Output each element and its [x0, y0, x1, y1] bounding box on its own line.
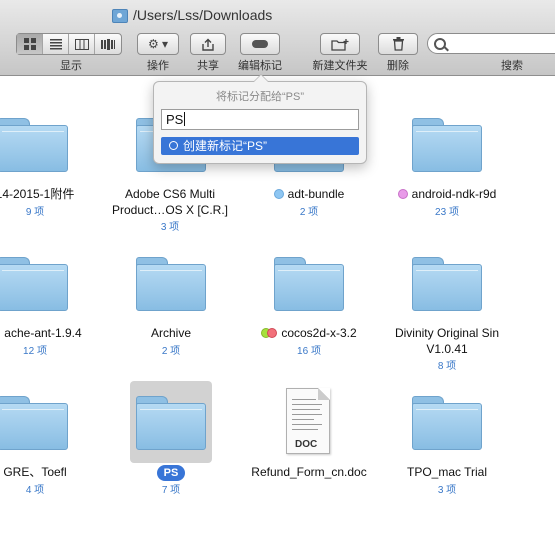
item-name[interactable]: GRE、Toefl [0, 464, 100, 480]
suggestion-label: 创建新标记“PS” [183, 139, 268, 153]
column-view-button[interactable] [69, 34, 95, 54]
blue-tag-icon [273, 189, 284, 199]
coverflow-view-button[interactable] [95, 34, 121, 54]
item-count: 3 项 [160, 222, 180, 233]
action-label: 操作 [147, 60, 169, 72]
item-name[interactable]: ache-ant-1.9.4 [0, 325, 108, 341]
item-count: 12 项 [23, 346, 47, 357]
share-label: 共享 [197, 60, 219, 72]
delete-button[interactable] [378, 33, 418, 55]
item-count: 3 项 [437, 485, 457, 496]
icon-view-button[interactable] [17, 34, 43, 54]
folder-icon[interactable] [0, 118, 68, 172]
text-caret [184, 112, 186, 126]
new-folder-button[interactable] [320, 33, 360, 55]
popover-title: 将标记分配给“PS” [216, 91, 304, 103]
share-icon [202, 38, 214, 51]
item-name[interactable]: Archive [106, 325, 236, 341]
finder-toolbar: /Users/Lss/Downloads 显示 ⚙ ▾ 操作 共享 编辑标记 新… [0, 0, 555, 76]
item-name[interactable]: Adobe CS6 Multi Product…OS X [C.R.] [105, 186, 235, 218]
item-count: 4 项 [25, 485, 45, 496]
share-button[interactable] [190, 33, 226, 55]
coverflow-icon [101, 38, 115, 50]
edit-tags-button[interactable] [240, 33, 280, 55]
folder-icon[interactable] [412, 257, 482, 311]
window-title: /Users/Lss/Downloads [133, 7, 273, 23]
folder-icon[interactable] [412, 118, 482, 172]
item-name[interactable]: 14-2015-1附件 [0, 186, 100, 202]
tag-input[interactable]: PS [161, 109, 359, 130]
item-name-row[interactable]: android-ndk-r9d [382, 186, 512, 202]
folder-icon[interactable] [274, 257, 344, 311]
item-count: 23 项 [435, 207, 459, 218]
grid-icon [23, 38, 36, 50]
folder-icon[interactable] [412, 396, 482, 450]
list-icon [49, 38, 62, 49]
item-name: adt-bundle [287, 187, 345, 201]
tag-input-value: PS [166, 112, 184, 127]
item-name-row[interactable]: adt-bundle [244, 186, 374, 202]
view-mode-control[interactable] [16, 33, 122, 55]
item-name[interactable]: Refund_Form_cn.doc [244, 464, 374, 480]
folder-icon[interactable] [0, 396, 68, 450]
list-view-button[interactable] [43, 34, 69, 54]
purple-tag-icon [397, 189, 408, 199]
folder-proxy-icon[interactable] [112, 9, 128, 23]
item-count: 2 项 [161, 346, 181, 357]
item-name: android-ndk-r9d [411, 187, 497, 201]
columns-icon [74, 38, 89, 50]
document-icon[interactable]: DOC [286, 388, 330, 454]
new-folder-label: 新建文件夹 [312, 60, 368, 72]
title-bar: /Users/Lss/Downloads [0, 0, 555, 32]
action-button[interactable]: ⚙ ▾ [137, 33, 179, 55]
doc-badge: DOC [295, 439, 318, 450]
folder-icon[interactable] [136, 257, 206, 311]
item-count: 16 项 [297, 346, 321, 357]
item-name-row[interactable]: cocos2d-x-3.2 [244, 325, 374, 341]
item-count: 7 项 [161, 485, 181, 496]
new-folder-icon [331, 38, 349, 51]
gear-icon: ⚙ ▾ [147, 37, 169, 51]
search-icon [434, 38, 446, 50]
create-tag-suggestion[interactable]: 创建新标记“PS” [161, 137, 359, 155]
item-count: 9 项 [25, 207, 45, 218]
folder-icon[interactable] [0, 257, 68, 311]
item-name-row[interactable]: PS [106, 464, 236, 481]
item-name[interactable]: TPO_mac Trial [382, 464, 512, 480]
item-name[interactable]: Divinity Original Sin V1.0.41 [382, 325, 512, 357]
tag-circle-icon [169, 141, 178, 150]
search-input[interactable] [427, 33, 555, 54]
delete-label: 删除 [387, 60, 409, 72]
trash-icon [392, 37, 404, 51]
folder-icon[interactable] [136, 396, 206, 450]
tags-popover: 将标记分配给“PS” PS 创建新标记“PS” [153, 74, 367, 164]
item-name: PS [156, 465, 186, 481]
view-label: 显示 [60, 60, 82, 72]
tag-icon [252, 40, 268, 48]
edit-tags-label: 编辑标记 [238, 60, 282, 72]
item-count: 8 项 [437, 361, 457, 372]
item-name: cocos2d-x-3.2 [281, 326, 357, 340]
item-count: 2 项 [299, 207, 319, 218]
red-tag-icon [267, 328, 278, 338]
search-label: 搜索 [501, 60, 523, 72]
